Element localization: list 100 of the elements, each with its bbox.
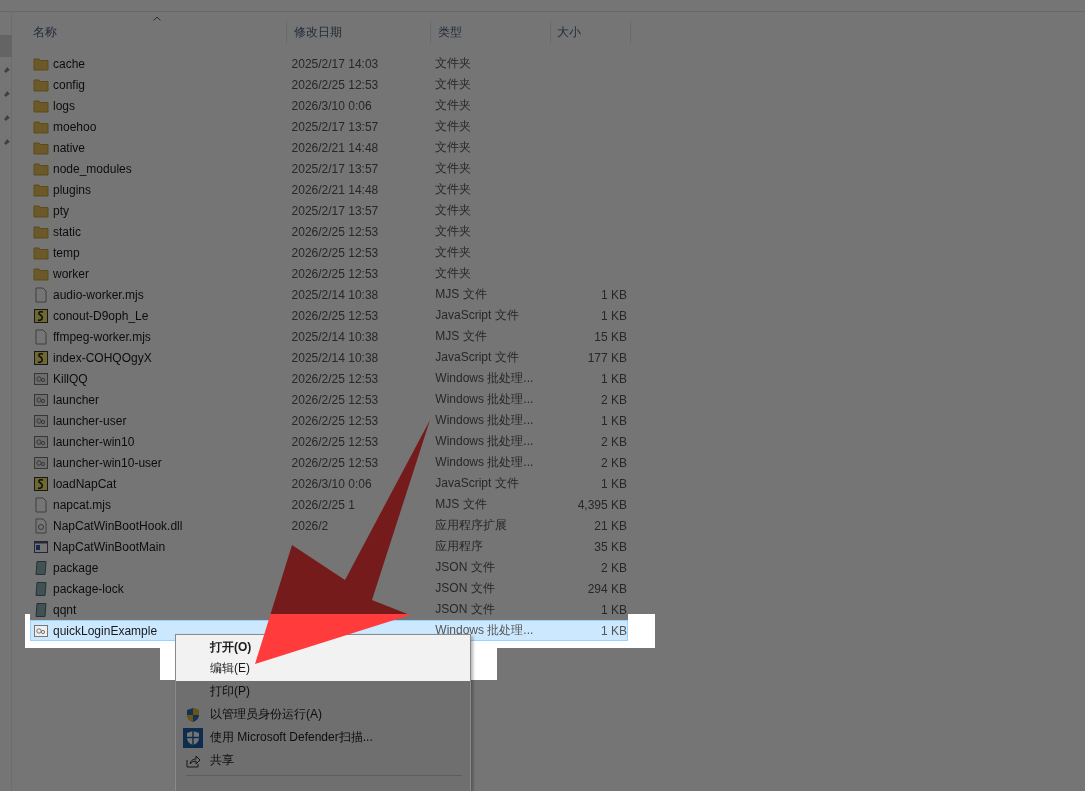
modified-date: 2026/2/25 12:53 (291, 224, 379, 239)
modified-date: 2025/2/14 10:38 (291, 329, 379, 344)
file-name: ffmpeg-worker.mjs (53, 329, 151, 344)
script-file-icon (33, 349, 49, 366)
file-type: Windows 批处理... (435, 413, 534, 427)
file-type: MJS 文件 (435, 287, 487, 301)
folder-icon (33, 160, 49, 177)
file-size: 1 KB (601, 287, 627, 302)
modified-date: 2026/3/10 0:06 (291, 476, 372, 491)
modified-date: 2026/2/21 14:48 (291, 182, 379, 197)
file-type: 文件夹 (435, 224, 472, 238)
column-header[interactable]: 名称 (25, 21, 287, 44)
modified-date: 2026/2 (291, 518, 329, 533)
file-type: JSON 文件 (435, 602, 495, 616)
shield-icon (183, 727, 203, 748)
folder-icon (33, 265, 49, 282)
file-type: Windows 批处理... (435, 371, 534, 385)
file-type: 文件夹 (435, 161, 472, 175)
shield-icon (185, 706, 201, 723)
file-name: NapCatWinBootMain (53, 539, 166, 554)
file-type: JavaScript 文件 (435, 308, 519, 322)
file-name: index-COHQOgyX (53, 350, 152, 365)
file-type: Windows 批处理... (435, 455, 534, 469)
file-size: 2 KB (601, 434, 627, 449)
file-size: 21 KB (594, 518, 627, 533)
modified-date: 2025/2/17 14:03 (291, 56, 379, 71)
gear-window-icon (33, 412, 49, 429)
notepad-icon (33, 559, 49, 576)
modified-date: 2026/2/25 12:53 (291, 392, 379, 407)
folder-icon (33, 118, 49, 135)
file-size: 1 KB (601, 623, 627, 638)
file-icon (33, 328, 49, 345)
notepad-icon (33, 580, 49, 597)
menu-item[interactable]: 打印(P) (176, 680, 470, 703)
modified-date: 2025/2/14 10:38 (291, 350, 379, 365)
gear-window-icon (33, 370, 49, 387)
column-title: 类型 (438, 24, 462, 41)
gear-window-icon (33, 622, 49, 639)
file-type: Windows 批处理... (435, 434, 534, 448)
file-name: qqnt (53, 602, 77, 617)
modified-date: 2026/2/21 14:48 (291, 140, 379, 155)
file-name: launcher (53, 392, 100, 407)
file-size: 1 KB (601, 602, 627, 617)
modified-date: 2025/2/14 10:38 (291, 287, 379, 302)
script-file-icon (33, 475, 49, 492)
file-type: Windows 批处理... (435, 392, 534, 406)
file-type: 文件夹 (435, 245, 472, 259)
file-name: cache (53, 56, 86, 71)
file-type: JavaScript 文件 (435, 350, 519, 364)
file-name: plugins (53, 182, 92, 197)
folder-icon (33, 55, 49, 72)
window-icon (33, 538, 49, 555)
file-type: 文件夹 (435, 119, 472, 133)
menu-item[interactable]: 编辑(E) (176, 657, 470, 680)
file-icon (33, 286, 49, 303)
file-name: napcat.mjs (53, 497, 112, 512)
file-size: 15 KB (594, 329, 627, 344)
menu-item[interactable]: 使用 Microsoft Defender扫描... (176, 726, 470, 749)
file-type: 文件夹 (435, 77, 472, 91)
modified-date: 2026/2/25 1 (291, 497, 355, 512)
file-type: 文件夹 (435, 266, 472, 280)
modified-date: 2026/2/25 12:53 (291, 371, 379, 386)
file-name: temp (53, 245, 80, 260)
file-name: pty (53, 203, 69, 218)
modified-date: 2026/2/25 12:53 (291, 245, 379, 260)
file-name: package (53, 560, 99, 575)
file-type: 文件夹 (435, 140, 472, 154)
column-header[interactable]: 大小 (551, 21, 631, 44)
folder-icon (33, 139, 49, 156)
modified-date: 2025/2/17 13:57 (291, 119, 379, 134)
menu-item[interactable]: 共享 (176, 749, 470, 772)
file-type: Windows 批处理... (435, 623, 534, 637)
file-name: launcher-user (53, 413, 127, 428)
file-size: 35 KB (594, 539, 627, 554)
menu-item[interactable]: 以管理员身份运行(A) (176, 703, 470, 726)
folder-icon (33, 97, 49, 114)
file-size: 2 KB (601, 392, 627, 407)
column-title: 大小 (557, 24, 581, 41)
file-name: moehoo (53, 119, 97, 134)
modified-date: 2026/2/25 12:53 (291, 308, 379, 323)
file-size: 2 KB (601, 455, 627, 470)
menu-item[interactable]: 打开(O) (176, 637, 470, 657)
file-name: KillQQ (53, 371, 88, 386)
folder-icon (33, 181, 49, 198)
gear-window-icon (33, 391, 49, 408)
file-type: 文件夹 (435, 182, 472, 196)
column-header[interactable]: 类型 (431, 21, 551, 44)
file-name: native (53, 140, 86, 155)
file-name: conout-D9oph_Le (53, 308, 149, 323)
modified-date: 2025/2/17 13:57 (291, 161, 379, 176)
file-size: 1 KB (601, 308, 627, 323)
file-icon (33, 496, 49, 513)
file-name: logs (53, 98, 75, 113)
file-name: node_modules (53, 161, 132, 176)
file-size: 1 KB (601, 371, 627, 386)
column-title: 修改日期 (294, 24, 342, 41)
file-type: 文件夹 (435, 98, 472, 112)
column-header[interactable]: 修改日期 (287, 21, 431, 44)
file-name: loadNapCat (53, 476, 117, 491)
file-type: 应用程序扩展 (435, 518, 508, 532)
